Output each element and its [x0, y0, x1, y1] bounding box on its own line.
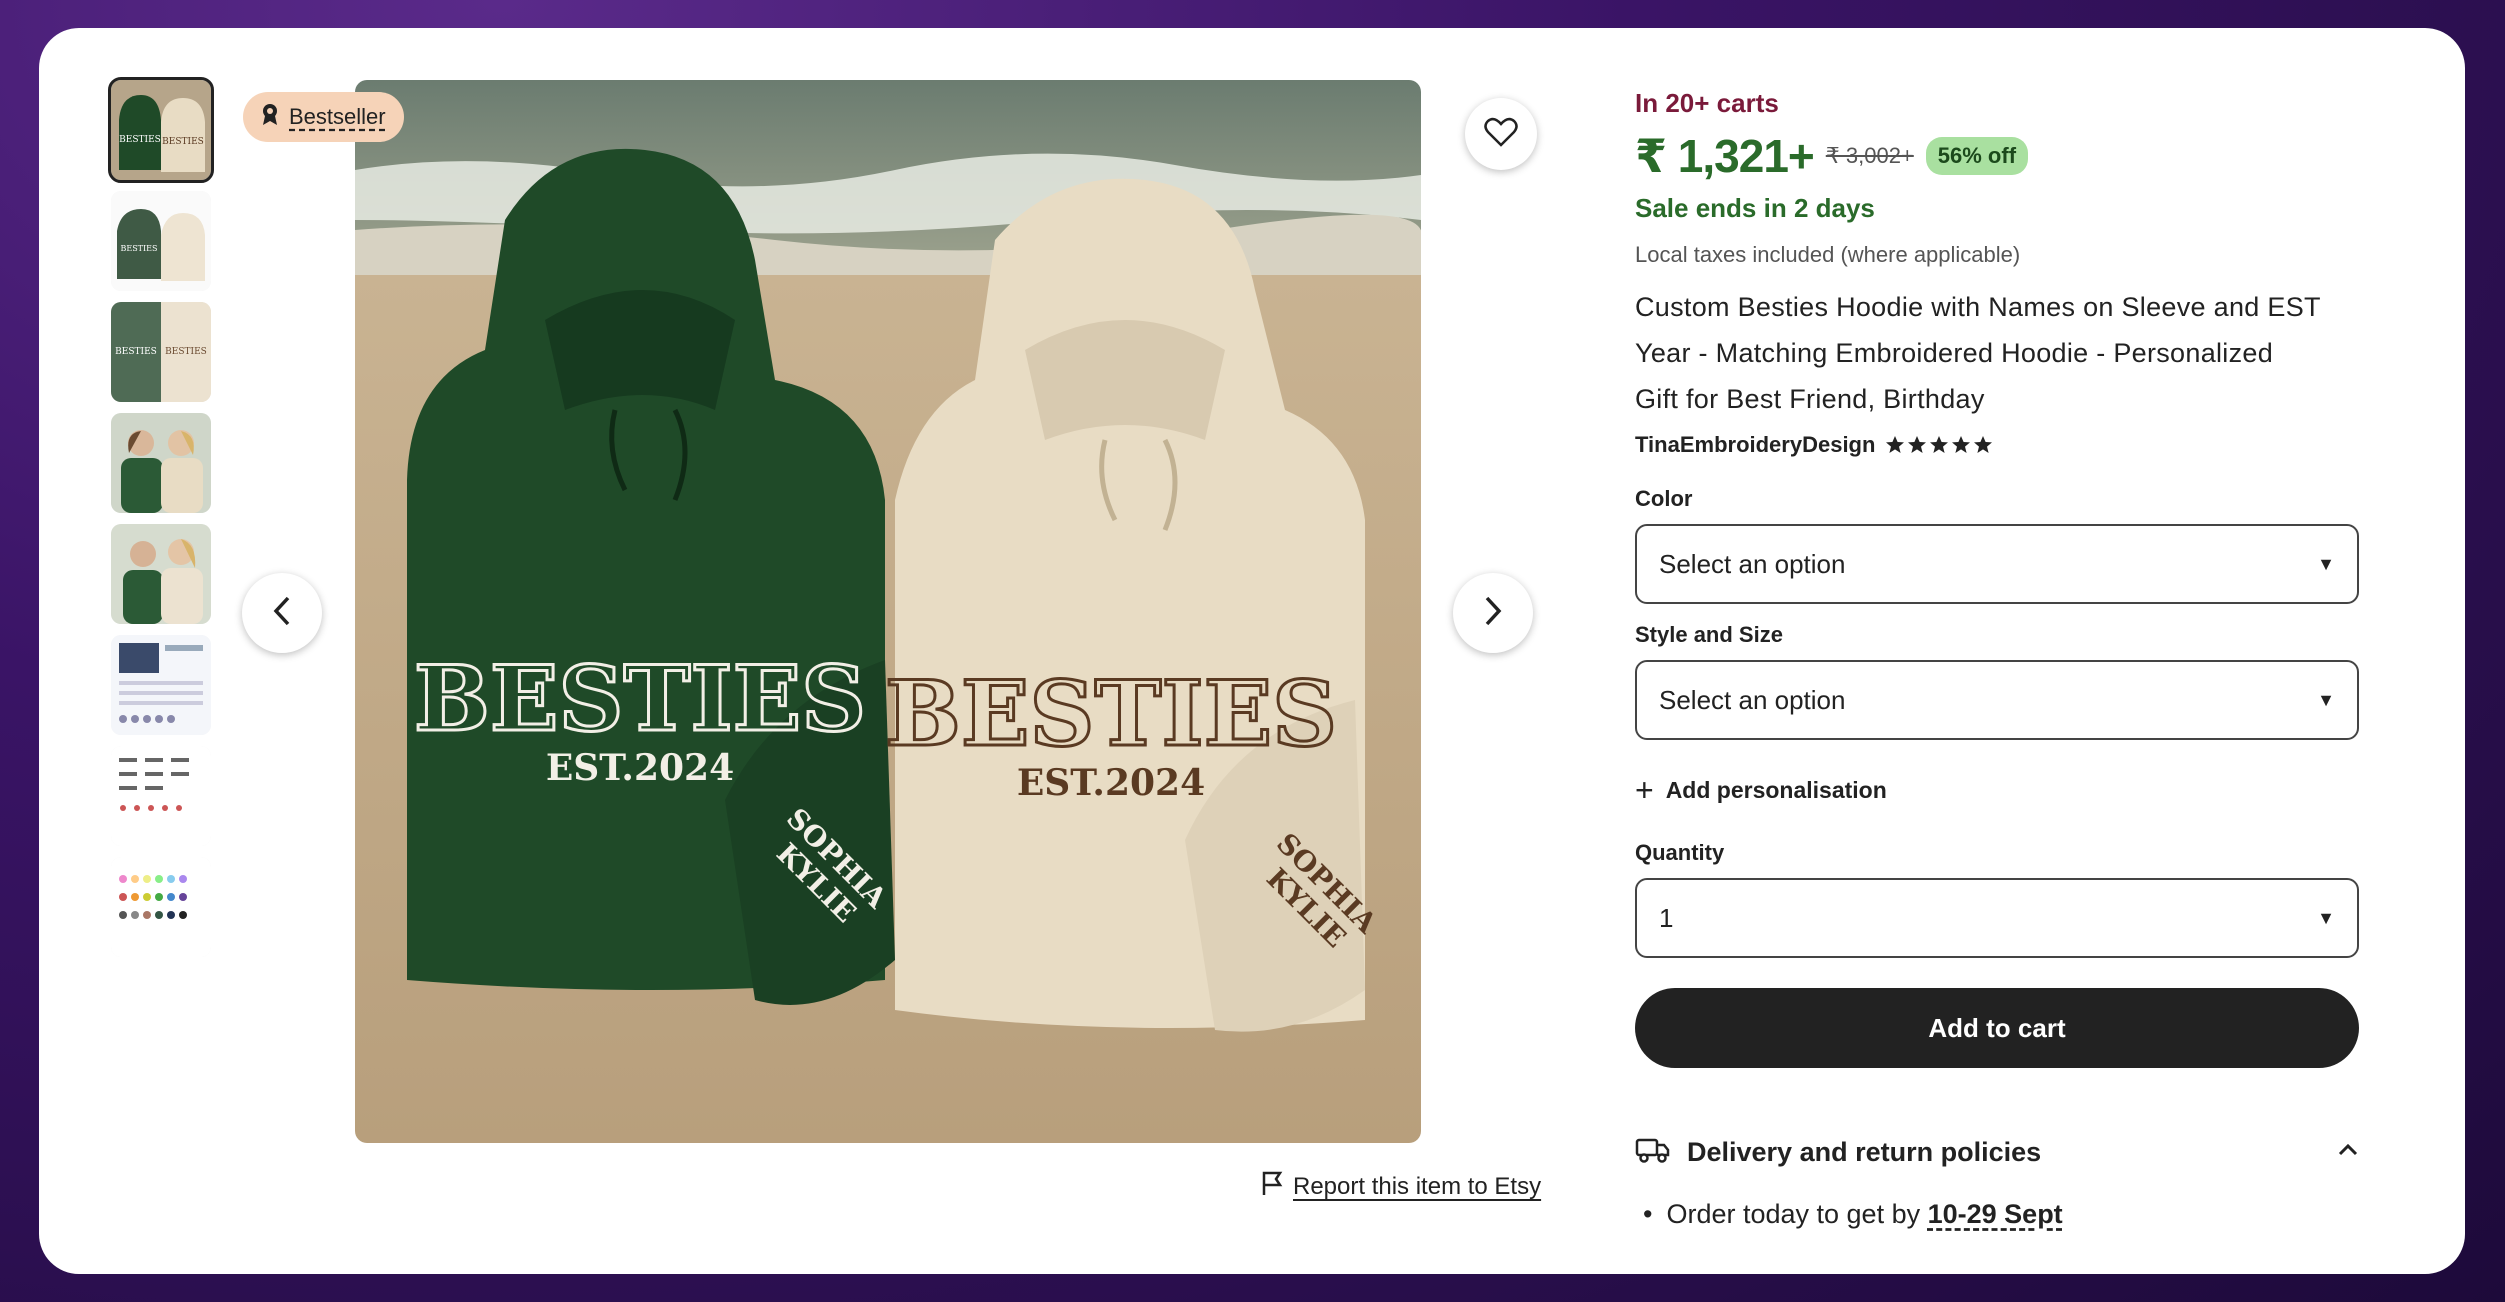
delivery-truck-icon — [1635, 1134, 1671, 1171]
current-price: ₹ 1,321+ — [1635, 130, 1815, 182]
color-label: Color — [1635, 486, 1693, 511]
rating-stars — [1885, 435, 1993, 455]
green-hoodie-besties-text: BESTIES — [414, 646, 866, 752]
favorite-button[interactable] — [1465, 98, 1537, 170]
quantity-select[interactable]: 1 ▼ — [1635, 878, 2359, 958]
product-title-line: Custom Besties Hoodie with Names on Slee… — [1635, 292, 2321, 322]
product-details: In 20+ carts ₹ 1,321+ ₹ 3,002+ 56% off S… — [1635, 88, 2365, 1230]
cream-hoodie-besties-text: BESTIES — [885, 661, 1337, 767]
thumbnail-8[interactable] — [111, 857, 211, 957]
heart-icon — [1484, 117, 1518, 152]
thumbnail-strip: BESTIES BESTIES BESTIES BESTIES BESTIES — [108, 77, 214, 968]
caret-down-icon: ▼ — [2317, 907, 2335, 928]
taxes-note: Local taxes included (where applicable) — [1635, 242, 2021, 267]
main-product-image[interactable]: BESTIES EST.2024 SOPHIA KYLIE BESTIES ES… — [355, 80, 1421, 1143]
thumbnail-5[interactable] — [111, 524, 211, 624]
green-hoodie-est-text: EST.2024 — [546, 747, 734, 789]
style-size-select[interactable]: Select an option ▼ — [1635, 660, 2359, 740]
star-icon — [1908, 436, 1927, 453]
color-select-value: Select an option — [1659, 548, 1846, 579]
quantity-label: Quantity — [1635, 840, 1725, 865]
delivery-policies-toggle[interactable]: Delivery and return policies — [1635, 1134, 2359, 1171]
add-personalisation-label: Add personalisation — [1665, 776, 1887, 803]
thumbnail-1[interactable]: BESTIES BESTIES — [108, 77, 214, 183]
shop-name-link[interactable]: TinaEmbroideryDesign — [1635, 432, 1875, 458]
next-image-button[interactable] — [1453, 573, 1533, 653]
product-title: Custom Besties Hoodie with Names on Slee… — [1635, 284, 2365, 422]
product-title-line: Year - Matching Embroidered Hoodie - Per… — [1635, 338, 2274, 368]
sale-ends-text: Sale ends in 2 days — [1635, 193, 1875, 223]
chevron-up-icon — [2337, 1143, 2359, 1162]
bullet-dot: • — [1643, 1199, 1653, 1229]
previous-image-button[interactable] — [242, 573, 322, 653]
add-to-cart-button[interactable]: Add to cart — [1635, 988, 2359, 1068]
svg-text:BESTIES: BESTIES — [115, 347, 157, 357]
chevron-right-icon — [1483, 595, 1503, 632]
svg-text:BESTIES: BESTIES — [165, 347, 207, 357]
bestseller-label: Bestseller — [289, 104, 386, 129]
thumbnail-2[interactable]: BESTIES — [111, 191, 211, 291]
product-title-line: Gift for Best Friend, Birthday — [1635, 384, 1985, 414]
thumbnail-3[interactable]: BESTIES BESTIES — [111, 302, 211, 402]
flag-icon — [1261, 1170, 1283, 1203]
report-item-link[interactable]: Report this item to Etsy — [1261, 1170, 1541, 1203]
caret-down-icon: ▼ — [2317, 689, 2335, 710]
shop-row: TinaEmbroideryDesign — [1635, 432, 2365, 458]
price-row: ₹ 1,321+ ₹ 3,002+ 56% off — [1635, 129, 2365, 183]
quantity-select-value: 1 — [1659, 902, 1674, 933]
thumbnail-7[interactable] — [111, 746, 211, 846]
thumbnail-6[interactable] — [111, 635, 211, 735]
caret-down-icon: ▼ — [2317, 553, 2335, 574]
star-icon — [1952, 436, 1971, 453]
delivery-heading-label: Delivery and return policies — [1687, 1137, 2042, 1167]
chevron-left-icon — [272, 595, 292, 632]
report-label: Report this item to Etsy — [1293, 1172, 1542, 1200]
discount-badge: 56% off — [1925, 137, 2029, 175]
star-icon — [1930, 436, 1949, 453]
delivery-date[interactable]: 10-29 Sept — [1928, 1199, 2063, 1229]
thumbnail-4[interactable] — [111, 413, 211, 513]
svg-text:BESTIES: BESTIES — [120, 244, 157, 253]
style-size-select-value: Select an option — [1659, 684, 1846, 715]
delivery-estimate: • Order today to get by 10-29 Sept — [1635, 1199, 2365, 1230]
bestseller-badge: Bestseller — [243, 92, 404, 142]
add-personalisation-button[interactable]: + Add personalisation — [1635, 774, 2365, 806]
award-icon — [259, 102, 281, 132]
original-price: ₹ 3,002+ — [1825, 143, 1914, 168]
style-size-label: Style and Size — [1635, 622, 1783, 647]
svg-text:BESTIES: BESTIES — [162, 137, 204, 147]
star-icon — [1886, 436, 1905, 453]
color-select[interactable]: Select an option ▼ — [1635, 524, 2359, 604]
in-carts-text: In 20+ carts — [1635, 88, 1779, 118]
star-icon — [1974, 436, 1993, 453]
product-card: BESTIES BESTIES BESTIES BESTIES BESTIES Be… — [39, 28, 2465, 1274]
cream-hoodie-est-text: EST.2024 — [1017, 762, 1205, 804]
delivery-heading: Delivery and return policies — [1635, 1134, 2041, 1171]
svg-text:BESTIES: BESTIES — [119, 135, 161, 145]
order-today-text: Order today to get by — [1666, 1199, 1921, 1229]
plus-icon: + — [1635, 772, 1654, 808]
